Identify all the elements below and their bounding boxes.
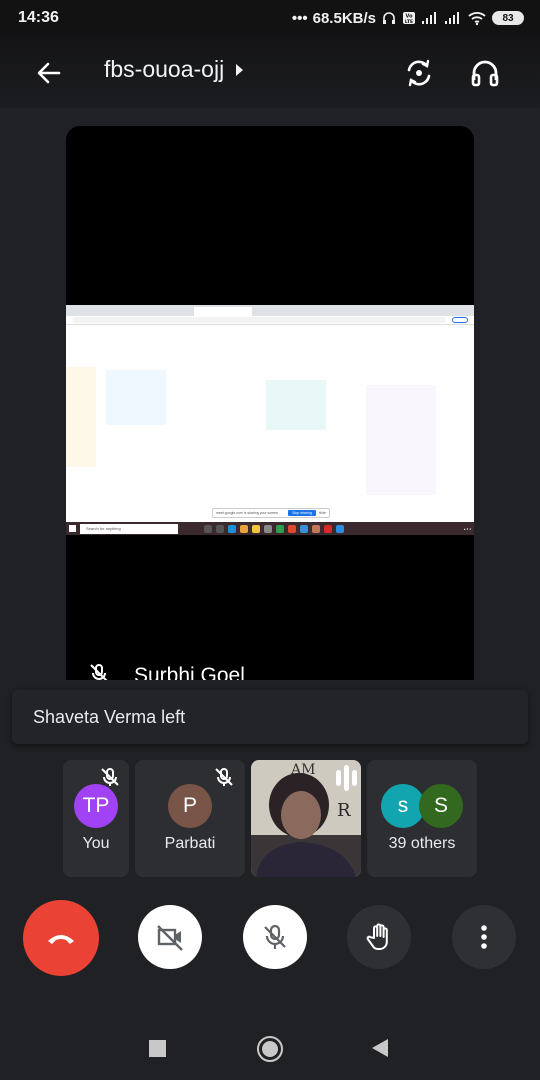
taskbar-app-icon (228, 524, 236, 533)
mic-toggle-button[interactable] (243, 905, 307, 969)
network-speed: 68.5KB/s (312, 9, 376, 27)
camera-off-icon (157, 925, 183, 951)
speaker-name: Surbhi Goel (134, 664, 245, 680)
avatar: S (419, 784, 463, 828)
faded-content (266, 380, 326, 430)
signal-icon (444, 11, 462, 25)
camera-toggle-button[interactable] (138, 905, 202, 969)
share-notice: meet.google.com is sharing your screen (216, 511, 279, 515)
main-video-tile[interactable]: meet.google.com is sharing your screen S… (66, 126, 474, 680)
back-nav-button[interactable] (372, 1039, 388, 1057)
status-bar: 14:36 ••• 68.5KB/s Vo LTE 83 (0, 0, 540, 36)
mic-off-icon (215, 768, 233, 786)
battery-icon: 83 (492, 11, 524, 25)
meeting-header: fbs-ouoa-ojj (0, 36, 540, 108)
svg-text:R: R (337, 800, 351, 821)
svg-text:LTE: LTE (405, 19, 413, 25)
signal-icon (421, 11, 439, 25)
volte-icon: Vo LTE (402, 11, 416, 25)
raise-hand-icon (366, 923, 388, 950)
headphones-icon (471, 60, 499, 87)
end-call-icon (48, 935, 74, 944)
others-tile[interactable]: s S 39 others (367, 760, 477, 877)
svg-text:Vo: Vo (405, 14, 413, 20)
raise-hand-button[interactable] (347, 905, 411, 969)
avatar: TP (74, 784, 118, 828)
taskbar-app-icon (288, 524, 296, 533)
taskbar-app-icon (300, 524, 308, 533)
flip-camera-icon (407, 59, 431, 87)
browser-tabs (66, 305, 474, 316)
caret-right-icon (236, 63, 244, 76)
url-box (72, 317, 446, 323)
taskbar-app-icon (240, 524, 248, 533)
browser-tab (194, 307, 252, 316)
stop-sharing-button: Stop sharing (288, 510, 316, 516)
taskbar-app-icon (324, 524, 332, 533)
status-icons: ••• 68.5KB/s Vo LTE 83 (292, 10, 524, 27)
taskbar-app-icon (252, 524, 260, 533)
back-button[interactable] (34, 58, 64, 88)
toast-text: Shaveta Verma left (33, 706, 186, 727)
more-dots-icon: ••• (291, 9, 308, 27)
hide-button: Hide (318, 511, 326, 515)
windows-start-icon (69, 525, 76, 532)
taskbar-app-icon (312, 524, 320, 533)
switch-camera-button[interactable] (402, 56, 436, 90)
wifi-icon (467, 10, 487, 26)
shared-screen: meet.google.com is sharing your screen S… (66, 305, 474, 535)
audio-output-button[interactable] (468, 56, 502, 90)
taskbar-app-icon (204, 524, 212, 533)
meeting-info-button[interactable]: fbs-ouoa-ojj (104, 56, 244, 83)
taskbar-clock: ▴ ♦ ◂ (463, 526, 471, 531)
meeting-code: fbs-ouoa-ojj (104, 56, 225, 82)
shared-page-body (66, 325, 474, 515)
taskbar-app-icon (264, 524, 272, 533)
mic-off-icon (90, 664, 108, 680)
end-call-button[interactable] (23, 900, 99, 976)
clock: 14:36 (18, 9, 59, 26)
faded-content (66, 367, 96, 467)
system-nav-bar (0, 1016, 540, 1080)
arrow-left-icon (37, 62, 61, 84)
faded-content (106, 370, 166, 425)
windows-taskbar: Search for anything ▴ ♦ ◂ (66, 522, 474, 535)
more-vert-icon (481, 925, 487, 949)
more-options-button[interactable] (452, 905, 516, 969)
speaking-indicator-icon (336, 765, 357, 791)
screen-share-banner: meet.google.com is sharing your screen S… (212, 508, 330, 518)
others-count: 39 others (388, 835, 456, 852)
participant-tile[interactable]: P Parbati (135, 760, 245, 877)
faded-content (366, 385, 436, 495)
browser-tab (72, 307, 130, 316)
avatar: P (168, 784, 212, 828)
headset-icon (381, 10, 397, 26)
participant-video-tile[interactable]: AM R (251, 760, 361, 877)
browser-address-bar (66, 316, 474, 325)
taskbar-app-icon (276, 524, 284, 533)
mic-off-icon (264, 924, 286, 949)
taskbar-search: Search for anything (80, 523, 178, 534)
profile-chip (452, 317, 468, 323)
participant-name: You (82, 835, 110, 852)
taskbar-app-icon (216, 524, 224, 533)
home-icon (262, 1041, 278, 1057)
browser-tab (133, 307, 191, 316)
taskbar-app-icon (336, 524, 344, 533)
participant-name: Parbati (164, 835, 216, 852)
recents-button[interactable] (149, 1040, 166, 1057)
participant-left-toast: Shaveta Verma left (12, 690, 528, 744)
home-button[interactable] (257, 1036, 283, 1062)
participant-tile-you[interactable]: TP You (63, 760, 129, 877)
